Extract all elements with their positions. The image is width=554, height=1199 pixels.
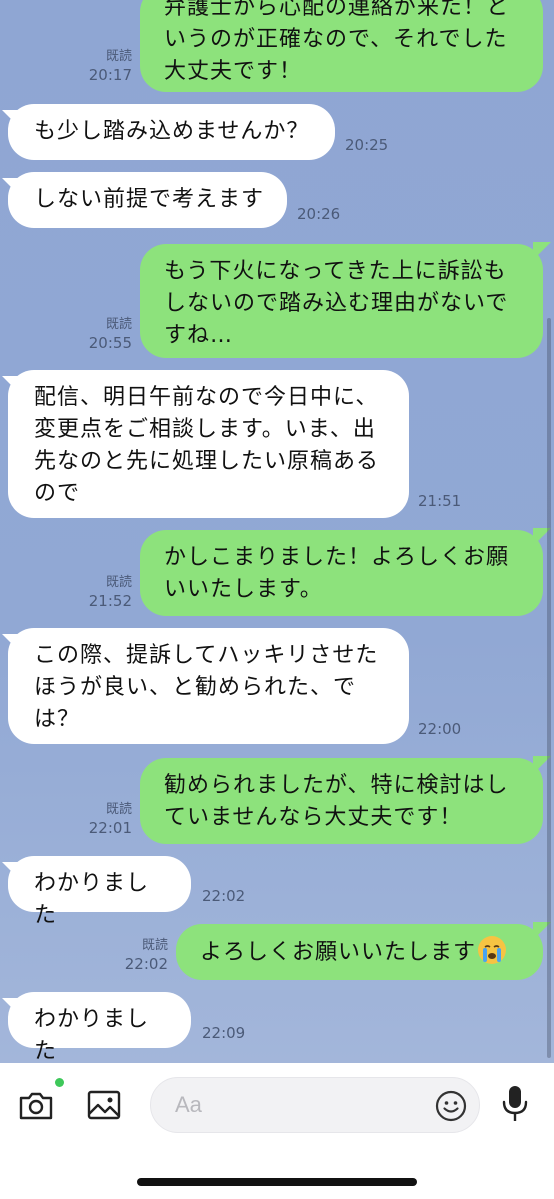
- message-time: 22:00: [418, 720, 462, 738]
- camera-icon[interactable]: [18, 1087, 54, 1123]
- message-line: ていませんなら大丈夫です！: [164, 805, 463, 830]
- message-time: 21:51: [418, 492, 462, 510]
- message-line: 弁護士から心配の連絡が来た！と: [164, 0, 510, 20]
- read-receipt: 既読: [105, 49, 132, 64]
- read-receipt: 既読: [105, 802, 132, 817]
- outgoing-message[interactable]: 勧められましたが、特に検討はし ていませんなら大丈夫です！: [140, 758, 543, 844]
- message-line: 配信、明日午前なので今日中に、: [34, 385, 379, 410]
- crying-face-icon: [478, 936, 507, 964]
- message-line: かしこまりました！よろしくお願: [164, 545, 510, 570]
- outgoing-message[interactable]: かしこまりました！よろしくお願 いいたします。: [140, 530, 543, 616]
- message-time: 22:02: [124, 955, 168, 973]
- message-line: わかりました: [34, 871, 150, 928]
- message-meta: 既読 22:01: [80, 801, 132, 837]
- message-line: いいたします。: [164, 577, 323, 602]
- home-indicator[interactable]: [137, 1178, 417, 1186]
- message-line: もう下火になってきた上に訴訟も: [164, 259, 507, 284]
- incoming-message[interactable]: も少し踏み込めませんか？: [8, 104, 335, 160]
- message-time: 20:17: [88, 66, 132, 84]
- message-line: すね…: [164, 323, 234, 348]
- outgoing-message[interactable]: よろしくお願いいたします: [176, 924, 543, 980]
- message-input[interactable]: Aa: [150, 1077, 480, 1133]
- incoming-message[interactable]: しない前提で考えます: [8, 172, 287, 228]
- incoming-message[interactable]: わかりました: [8, 856, 191, 928]
- incoming-message[interactable]: この際、提訴してハッキリさせた ほうが良い、と勧められた、で は？: [8, 628, 409, 744]
- message-line: しないので踏み込む理由がないで: [164, 291, 509, 316]
- scrollbar[interactable]: [547, 318, 551, 1058]
- incoming-message[interactable]: わかりました: [8, 992, 191, 1063]
- message-time: 20:25: [345, 136, 389, 154]
- message-meta: 既読 20:17: [80, 48, 132, 84]
- message-line: ので: [34, 481, 81, 506]
- incoming-message[interactable]: 配信、明日午前なので今日中に、 変更点をご相談します。いま、出 先なのと先に処理…: [8, 370, 409, 518]
- message-line: は？: [34, 707, 81, 732]
- message-line: も少し踏み込めませんか？: [34, 119, 310, 144]
- message-line: ほうが良い、と勧められた、で: [34, 675, 357, 700]
- message-meta: 既読 20:55: [80, 316, 132, 352]
- microphone-icon[interactable]: [500, 1083, 530, 1125]
- message-line: 先なのと先に処理したい原稿ある: [34, 449, 380, 474]
- notification-dot: [55, 1078, 64, 1087]
- outgoing-message[interactable]: 弁護士から心配の連絡が来た！と いうのが正確なので、それでした 大丈夫です！: [140, 0, 543, 92]
- message-line: わかりました: [34, 1007, 150, 1063]
- message-line: しない前提で考えます: [34, 187, 265, 212]
- chat-area[interactable]: 弁護士から心配の連絡が来た！と いうのが正確なので、それでした 大丈夫です！ 既…: [0, 0, 554, 1063]
- message-time: 20:26: [297, 205, 341, 223]
- read-receipt: 既読: [105, 317, 132, 332]
- message-time: 21:52: [88, 592, 132, 610]
- message-line: 大丈夫です！: [164, 59, 303, 84]
- message-line: 勧められましたが、特に検討はし: [164, 773, 509, 798]
- outgoing-message[interactable]: もう下火になってきた上に訴訟も しないので踏み込む理由がないで すね…: [140, 244, 543, 358]
- message-time: 22:01: [88, 819, 132, 837]
- message-time: 22:02: [202, 887, 246, 905]
- image-icon[interactable]: [86, 1087, 122, 1123]
- read-receipt: 既読: [105, 575, 132, 590]
- message-time: 20:55: [88, 334, 132, 352]
- message-time: 22:09: [202, 1024, 246, 1042]
- message-line: いうのが正確なので、それでした: [164, 27, 508, 52]
- smiley-icon[interactable]: [435, 1090, 467, 1122]
- message-line: 変更点をご相談します。いま、出: [34, 417, 376, 442]
- message-meta: 既読 21:52: [80, 574, 132, 610]
- input-placeholder: Aa: [175, 1092, 202, 1117]
- bubble-tail: [533, 242, 551, 260]
- message-line: この際、提訴してハッキリさせた: [34, 643, 379, 668]
- message-line: よろしくお願いいたします: [200, 940, 477, 965]
- read-receipt: 既読: [141, 938, 168, 953]
- message-meta: 既読 22:02: [116, 937, 168, 973]
